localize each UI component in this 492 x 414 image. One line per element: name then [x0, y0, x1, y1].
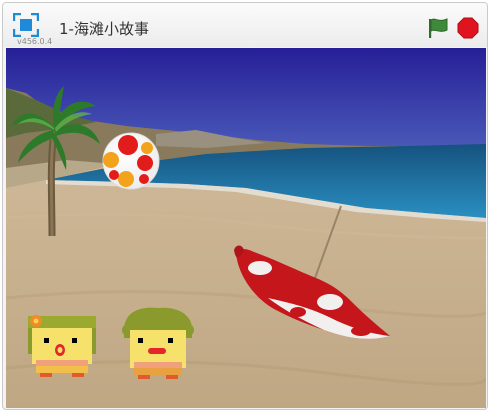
beach-ball-sprite[interactable]: [102, 132, 160, 190]
girl-character-sprite[interactable]: [28, 315, 96, 377]
stage[interactable]: [6, 48, 486, 408]
project-title: 1-海滩小故事: [59, 20, 149, 38]
player-header: 1-海滩小故事 v456.0.4: [3, 3, 487, 47]
project-player: 1-海滩小故事 v456.0.4: [2, 2, 488, 410]
stop-sign-icon[interactable]: [457, 17, 479, 39]
fullscreen-icon[interactable]: [13, 13, 39, 37]
version-label: v456.0.4: [17, 37, 53, 46]
green-flag-icon[interactable]: [427, 17, 449, 39]
